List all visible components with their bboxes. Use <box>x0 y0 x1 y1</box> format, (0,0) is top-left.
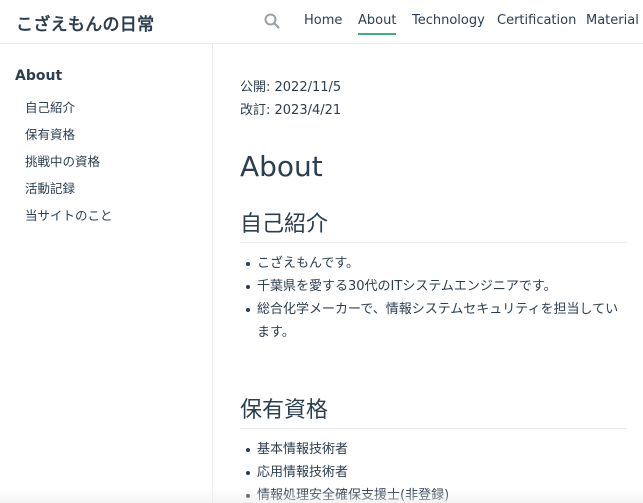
sidebar-item-about-site[interactable]: 当サイトのこと <box>25 208 113 235</box>
list-item: 基本情報技術者 <box>246 438 627 461</box>
page: こざえもんの日常 Home About Technology Certifica… <box>0 0 643 503</box>
nav-home[interactable]: Home <box>304 13 342 28</box>
nav-about[interactable]: About <box>358 13 397 35</box>
nav-technology[interactable]: Technology <box>412 13 485 28</box>
self-intro-list: こざえもんです。 千葉県を愛する30代のITシステムエンジニアです。 総合化学メ… <box>240 252 627 344</box>
sidebar-item-challenging[interactable]: 挑戦中の資格 <box>25 154 113 181</box>
sidebar-heading[interactable]: About <box>15 68 62 84</box>
sidebar-item-self-intro[interactable]: 自己紹介 <box>25 100 113 127</box>
sidebar-item-certifications[interactable]: 保有資格 <box>25 127 113 154</box>
sidebar-list: 自己紹介 保有資格 挑戦中の資格 活動記録 当サイトのこと <box>25 100 113 235</box>
list-item: 情報処理安全確保支援士(非登録) <box>246 484 627 503</box>
certifications-list: 基本情報技術者 応用情報技術者 情報処理安全確保支援士(非登録) <box>240 438 627 503</box>
revised-date: 改訂: 2023/4/21 <box>240 103 342 118</box>
nav-certification[interactable]: Certification <box>497 13 576 28</box>
list-item: 応用情報技術者 <box>246 461 627 484</box>
section-heading-self-intro: 自己紹介 <box>240 206 627 243</box>
main-content: 公開: 2022/11/5 改訂: 2023/4/21 About 自己紹介 こ… <box>240 44 627 503</box>
nav-material[interactable]: Material <box>586 13 639 28</box>
section-heading-certifications: 保有資格 <box>240 392 627 429</box>
main-nav: Home About Technology Certification Mate… <box>0 0 643 44</box>
sidebar-item-activity-log[interactable]: 活動記録 <box>25 181 113 208</box>
published-date: 公開: 2022/11/5 <box>240 80 342 95</box>
sidebar: About 自己紹介 保有資格 挑戦中の資格 活動記録 当サイトのこと <box>0 44 213 503</box>
list-item: 千葉県を愛する30代のITシステムエンジニアです。 <box>246 275 627 298</box>
list-item: こざえもんです。 <box>246 252 627 275</box>
top-navbar: こざえもんの日常 Home About Technology Certifica… <box>0 0 643 44</box>
list-item: 総合化学メーカーで、情報システムセキュリティを担当しています。 <box>246 298 627 344</box>
page-title: About <box>240 150 323 183</box>
